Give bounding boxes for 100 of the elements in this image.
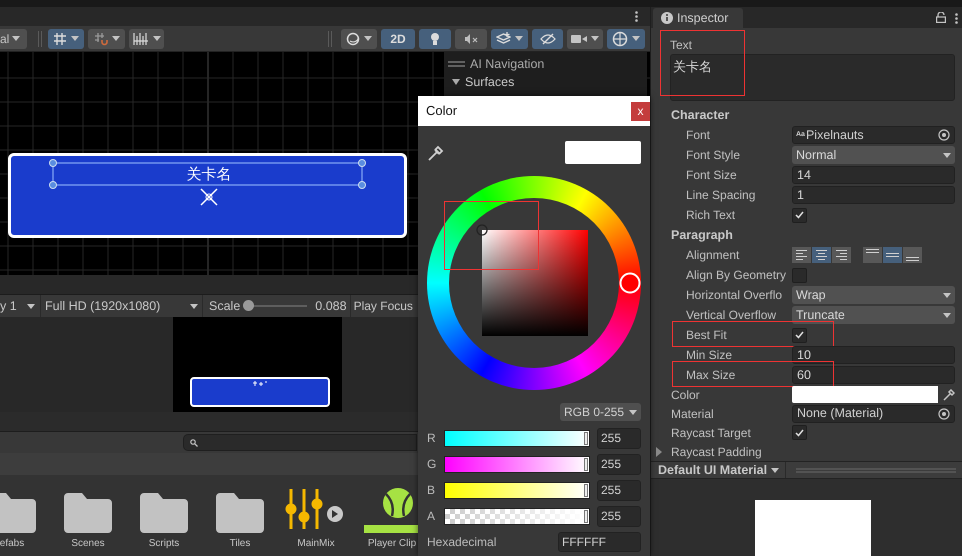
alignment-button[interactable] <box>812 247 831 263</box>
folder-icon <box>216 493 264 533</box>
alignment-button[interactable] <box>863 247 882 263</box>
picker-handle <box>476 224 488 236</box>
asset-name[interactable]: Scripts <box>148 536 180 551</box>
saturation-value-square[interactable] <box>482 230 588 336</box>
channel-slider-track[interactable] <box>444 456 590 472</box>
number-field[interactable]: 14 <box>792 166 955 184</box>
caret-icon <box>152 36 160 41</box>
alignment-button[interactable] <box>832 247 851 263</box>
asset-name[interactable]: Player Clip <box>368 536 416 551</box>
channel-label: A <box>427 508 436 525</box>
checkbox[interactable] <box>792 208 807 222</box>
text-area[interactable]: 关卡名 <box>670 54 955 101</box>
value-field[interactable]: 255 <box>597 454 641 474</box>
toolbar-button[interactable] <box>88 28 125 48</box>
object-picker-icon <box>938 408 950 420</box>
toolbar-button[interactable] <box>607 28 645 48</box>
eyedropper-icon <box>428 144 444 160</box>
property-label: Raycast Target <box>671 424 752 442</box>
object-field[interactable]: None (Material) <box>792 404 955 422</box>
layers-icon <box>496 32 511 45</box>
toolbar-button[interactable] <box>341 28 377 48</box>
align-lines-icon <box>886 253 899 257</box>
asset-name[interactable]: MainMix <box>297 536 335 551</box>
check-icon <box>795 211 804 219</box>
caret-icon <box>27 304 35 308</box>
caret-icon <box>632 36 640 41</box>
checkbox[interactable] <box>792 425 807 440</box>
toolbar-button[interactable] <box>491 28 528 48</box>
channel-slider-track[interactable] <box>444 482 590 498</box>
slider-thumb[interactable] <box>584 458 588 470</box>
grid-snap-icon <box>53 32 67 46</box>
slider-thumb[interactable] <box>584 510 588 522</box>
field-label: Text <box>670 39 694 52</box>
caret-icon <box>943 152 951 158</box>
view-mode-dropdown[interactable]: al <box>0 28 27 48</box>
channel-label: R <box>427 430 437 447</box>
section-header: Character <box>671 106 730 124</box>
caret-icon <box>943 312 951 318</box>
toolbar-button[interactable] <box>532 28 563 48</box>
channel-slider-track[interactable] <box>444 430 590 446</box>
foldout-label[interactable]: Raycast Padding <box>671 442 762 460</box>
dropdown[interactable]: Truncate <box>792 306 955 324</box>
caret-icon <box>515 36 523 41</box>
color-mode-dropdown[interactable]: RGB 0-255 <box>560 403 641 421</box>
dropdown[interactable]: Wrap <box>792 286 955 304</box>
overlay-title: AI Navigation <box>470 56 544 73</box>
color-field[interactable] <box>792 386 938 403</box>
hex-field[interactable]: FFFFFF <box>558 532 641 552</box>
number-field[interactable]: 1 <box>792 186 955 204</box>
number-field[interactable]: 60 <box>792 366 955 384</box>
search-field[interactable] <box>183 434 417 451</box>
foldout-label[interactable]: Surfaces <box>465 72 514 92</box>
caret-icon <box>112 36 120 41</box>
checkbox[interactable] <box>792 268 807 282</box>
slider-thumb[interactable] <box>243 300 254 311</box>
slider-thumb[interactable] <box>584 484 588 496</box>
alignment-button[interactable] <box>792 247 811 263</box>
inspector-tab[interactable]: Inspector <box>653 8 743 28</box>
alignment-button[interactable] <box>903 247 922 263</box>
property-label: Best Fit <box>686 327 728 344</box>
eye-slash-icon <box>540 32 556 44</box>
lock-icon <box>936 12 946 23</box>
caret-icon <box>591 36 599 41</box>
property-label: Color <box>671 386 701 404</box>
property-label: Font Size <box>686 167 738 184</box>
toolbar-button[interactable] <box>567 28 603 48</box>
close-button[interactable]: x <box>631 102 650 120</box>
play-focus-dropdown[interactable]: Play Focus <box>354 297 413 315</box>
caret-icon <box>364 36 372 41</box>
channel-label: G <box>427 456 438 473</box>
slider-thumb[interactable] <box>584 432 588 444</box>
folder-icon <box>0 493 36 533</box>
asset-name[interactable]: Scenes <box>71 536 105 551</box>
info-icon <box>661 12 673 24</box>
property-label: Horizontal Overflo <box>686 287 784 304</box>
value-field[interactable]: 255 <box>597 480 641 500</box>
value-field[interactable]: 255 <box>597 506 641 526</box>
property-label: Alignment <box>686 247 740 264</box>
caret-icon <box>71 36 79 41</box>
light-bulb-icon <box>430 32 440 46</box>
channel-slider-track[interactable] <box>444 508 590 524</box>
asset-name[interactable]: Tiles <box>230 536 250 551</box>
toggle-2d-button[interactable]: 2D <box>381 28 415 48</box>
number-field[interactable]: 10 <box>792 346 955 364</box>
checkbox[interactable] <box>792 328 807 342</box>
toolbar-button[interactable] <box>455 28 487 48</box>
value-field[interactable]: 255 <box>597 428 641 448</box>
grid-magnet-icon <box>94 32 108 46</box>
alignment-button[interactable] <box>883 247 902 263</box>
toolbar-button[interactable] <box>48 28 84 48</box>
toolbar-button[interactable] <box>419 28 451 48</box>
folder-icon <box>64 493 112 533</box>
button-label: 关卡名 <box>186 165 232 185</box>
align-lines-icon <box>796 250 807 260</box>
toolbar-button[interactable] <box>129 28 164 48</box>
asset-name[interactable]: efabs <box>0 536 24 551</box>
camera-icon <box>571 34 587 44</box>
dropdown[interactable]: Normal <box>792 146 955 164</box>
